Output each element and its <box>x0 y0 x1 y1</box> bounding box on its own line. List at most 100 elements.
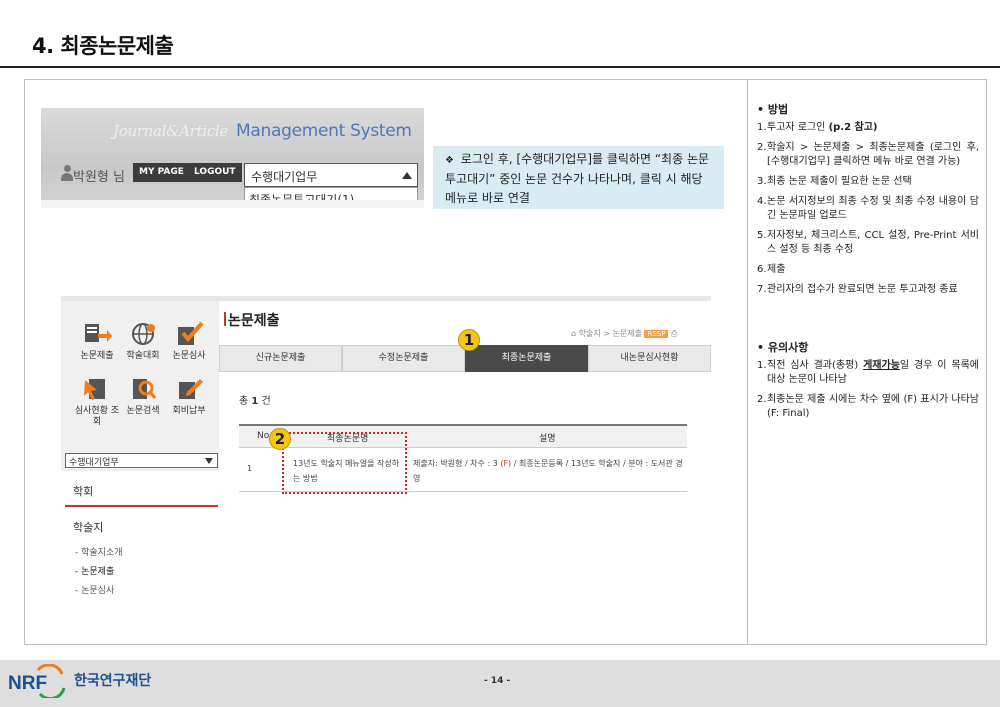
item-text: 학술지 > 논문제출 > 최종논문제출 (로그인 후, [수행대기업무] 클릭하… <box>767 142 979 167</box>
home-icon[interactable]: ⌂ <box>571 329 576 338</box>
chevron-up-icon <box>402 172 412 179</box>
side-icon-conference[interactable]: 학술대회 <box>119 321 167 362</box>
side-menu-item-submit[interactable]: - 논문제출 <box>75 564 114 577</box>
side-icon-label: 논문검색 <box>126 406 160 416</box>
side-icon-label: 학술대회 <box>126 351 160 361</box>
method-item: 1. 투고자 로그인 (p.2 참고) <box>757 121 979 135</box>
item-number: 1. <box>757 122 767 133</box>
side-select-value: 수행대기업무 <box>69 458 119 468</box>
notes-heading: • 유의사항 <box>757 341 809 354</box>
breadcrumb-text: 학술지 > 논문제출 <box>578 329 642 338</box>
item-text: 투고자 로그인 <box>767 122 829 133</box>
method-list: 1. 투고자 로그인 (p.2 참고) 2. 학술지 > 논문제출 > 최종논문제출… <box>757 121 979 297</box>
task-select[interactable]: 수행대기업무 <box>244 163 418 187</box>
tab-final-submission[interactable]: 최종논문제출 <box>465 345 588 372</box>
chevron-down-icon <box>205 458 213 464</box>
item-text: 논문 서지정보의 최종 수정 및 최종 수정 내용이 담긴 논문파일 업로드 <box>767 196 979 221</box>
side-icon-label: 회비납부 <box>172 406 206 416</box>
submit-icon <box>81 321 113 347</box>
tab-my-review-status[interactable]: 내논문심사현황 <box>588 345 711 372</box>
title-accent-bar <box>224 312 226 326</box>
note-item: 2. 최종논문 제출 시에는 차수 옆에 (F) 표시가 나타남(F: Final… <box>757 393 979 421</box>
item-text: 최종 논문 제출이 필요한 논문 선택 <box>767 176 912 187</box>
item-number: 2. <box>757 142 767 153</box>
page-title: 4. 최종논문제출 <box>32 34 174 58</box>
col-no: No <box>257 431 270 441</box>
side-icon-label: 논문심사 <box>172 351 206 361</box>
notes-list: 1. 직전 심사 결과(총평) 게재가능일 경우 이 목록에 대상 논문이 나타남… <box>757 359 979 421</box>
column-divider <box>747 80 748 644</box>
item-text: 제출 <box>767 264 786 275</box>
item-number: 1. <box>757 360 767 371</box>
brand-text: Journal&Article <box>113 122 229 140</box>
item-text: 저자정보, 체크리스트, CCL 설정, Pre-Print 서비스 설정 등 … <box>767 230 979 255</box>
logo-text: NRF <box>8 673 47 694</box>
side-icon-payment[interactable]: 회비납부 <box>165 376 213 417</box>
total-suffix: 건 <box>261 396 271 407</box>
item-number: 3. <box>757 176 767 187</box>
item-number: 6. <box>757 264 767 275</box>
side-menu-item-intro[interactable]: - 학술지소개 <box>75 545 123 558</box>
item-text: 직전 심사 결과(총평) <box>767 360 864 371</box>
item-number: 5. <box>757 230 767 241</box>
method-item: 7. 관리자의 접수가 완료되면 논문 투고과정 종료 <box>757 283 979 297</box>
nrf-logo: NRF <box>8 663 68 701</box>
highlight-box-title <box>282 432 407 494</box>
submission-screenshot: 논문제출 학술대회 논문심사 심사현황 조회 논문검색 회비납부 수행대기업무 … <box>61 296 711 596</box>
side-icon-status[interactable]: 심사현황 조회 <box>73 376 121 428</box>
header-bottom-strip <box>41 200 424 208</box>
status-icon <box>81 376 113 402</box>
search-icon <box>127 376 159 402</box>
side-menu-item-review[interactable]: - 논문심사 <box>75 583 114 596</box>
col-desc: 설명 <box>539 434 556 444</box>
step-badge-1: 1 <box>458 329 480 351</box>
header-screenshot: Journal&Article Management System 박원형 님 … <box>41 108 424 208</box>
total-prefix: 총 <box>239 396 249 407</box>
row-desc-pre: 제출자: 박원형 / 차수 : 3 <box>413 459 501 468</box>
logout-button[interactable]: LOGOUT <box>188 163 242 182</box>
title-divider <box>0 66 1000 68</box>
breadcrumb: ⌂ 학술지 > 논문제출 RSSP ⎙ <box>571 328 677 339</box>
row-desc: 제출자: 박원형 / 차수 : 3 (F) / 최종논문등록 / 13년도 학술… <box>413 456 683 486</box>
callout-note: ❖ 로그인 후, [수행대기업무]를 클릭하면 “최종 논문투고대기” 중인 논… <box>433 146 724 209</box>
side-icon-review[interactable]: 논문심사 <box>165 321 213 362</box>
side-icon-search[interactable]: 논문검색 <box>119 376 167 417</box>
method-heading: • 방법 <box>757 103 789 116</box>
page-number: - 14 - <box>484 676 511 686</box>
item-number: 2. <box>757 394 767 405</box>
tab-revision-submission[interactable]: 수정논문제출 <box>342 345 465 372</box>
item-text: 최종논문 제출 시에는 차수 옆에 (F) 표시가 나타남(F: Final) <box>767 394 979 419</box>
method-item: 6. 제출 <box>757 263 979 277</box>
item-text: 관리자의 접수가 완료되면 논문 투고과정 종료 <box>767 284 958 295</box>
row-no: 1 <box>247 464 253 473</box>
brand-subtitle: Management System <box>236 121 412 141</box>
tab-new-submission[interactable]: 신규논문제출 <box>219 345 342 372</box>
left-sidebar: 논문제출 학술대회 논문심사 심사현황 조회 논문검색 회비납부 수행대기업무 … <box>61 301 219 596</box>
side-icon-label: 논문제출 <box>80 351 114 361</box>
main-title: 논문제출 <box>228 313 280 329</box>
method-item: 4. 논문 서지정보의 최종 수정 및 최종 수정 내용이 담긴 논문파일 업로드 <box>757 195 979 223</box>
item-emphasis: 게재가능 <box>863 360 900 371</box>
print-icon[interactable]: ⎙ <box>671 329 677 338</box>
note-item: 1. 직전 심사 결과(총평) 게재가능일 경우 이 목록에 대상 논문이 나타남 <box>757 359 979 387</box>
final-mark: (F) <box>500 459 512 468</box>
side-icon-submit[interactable]: 논문제출 <box>73 321 121 362</box>
total-number: 1 <box>251 396 259 407</box>
rss-badge[interactable]: RSSP <box>644 330 669 338</box>
side-menu-journal[interactable]: 학술지 <box>73 519 103 535</box>
item-bold: (p.2 참고) <box>828 122 878 133</box>
item-number: 4. <box>757 196 767 207</box>
mypage-button[interactable]: MY PAGE <box>133 163 190 182</box>
task-select-value: 수행대기업무 <box>251 170 318 184</box>
diamond-bullet-icon: ❖ <box>445 155 454 166</box>
method-item: 5. 저자정보, 체크리스트, CCL 설정, Pre-Print 서비스 설정 … <box>757 229 979 257</box>
total-count: 총 1 건 <box>239 392 271 407</box>
side-menu-divider <box>65 505 218 507</box>
globe-icon <box>127 321 159 347</box>
item-number: 7. <box>757 284 767 295</box>
side-task-select[interactable]: 수행대기업무 <box>65 453 218 468</box>
user-icon <box>61 165 73 181</box>
method-item: 3. 최종 논문 제출이 필요한 논문 선택 <box>757 175 979 189</box>
side-menu-society[interactable]: 학회 <box>73 483 93 499</box>
method-item: 2. 학술지 > 논문제출 > 최종논문제출 (로그인 후, [수행대기업무] 클… <box>757 141 979 169</box>
